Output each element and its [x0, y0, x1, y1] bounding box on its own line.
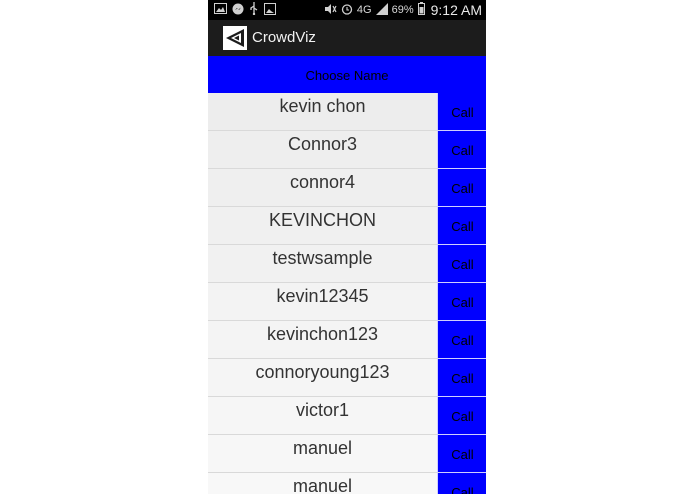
call-button[interactable]: Call: [437, 283, 486, 321]
contact-row[interactable]: manuel Call: [208, 435, 486, 473]
battery-percent: 69%: [391, 4, 414, 16]
contact-row[interactable]: connoryoung123 Call: [208, 359, 486, 397]
call-button[interactable]: Call: [437, 131, 486, 169]
messenger-icon: [232, 3, 244, 18]
contact-name: victor1: [295, 400, 349, 420]
contact-row[interactable]: connor4 Call: [208, 169, 486, 207]
call-button-label: Call: [451, 371, 474, 386]
app-bar: CrowdViz: [208, 20, 486, 56]
contact-name: kevin chon: [279, 96, 366, 116]
phone-screen: 4G 69% 9:12 AM CrowdViz Choose Name kevi…: [208, 0, 486, 494]
call-button[interactable]: Call: [437, 435, 486, 473]
contact-name: connor4: [289, 172, 356, 192]
signal-icon: [375, 2, 388, 18]
notification-icons: [214, 2, 276, 18]
call-button-label: Call: [451, 181, 474, 196]
contact-row[interactable]: KEVINCHON Call: [208, 207, 486, 245]
contact-row[interactable]: kevin chon Call: [208, 93, 486, 131]
contact-row[interactable]: kevin12345 Call: [208, 283, 486, 321]
list-header: Choose Name: [208, 56, 486, 93]
contact-name: KEVINCHON: [268, 210, 376, 230]
image-icon: [214, 3, 227, 17]
list-header-label: Choose Name: [305, 68, 389, 83]
contact-row[interactable]: testwsample Call: [208, 245, 486, 283]
call-button[interactable]: Call: [437, 93, 486, 131]
crowdviz-logo-icon: [223, 26, 247, 50]
contact-row[interactable]: Connor3 Call: [208, 131, 486, 169]
contact-name: manuel: [292, 476, 353, 494]
mute-icon: [324, 3, 337, 18]
call-button-label: Call: [451, 257, 474, 272]
system-icons: 4G 69% 9:12 AM: [324, 2, 482, 18]
contact-name: kevinchon123: [266, 324, 379, 344]
usb-icon: [249, 2, 259, 18]
network-type: 4G: [356, 4, 372, 16]
call-button[interactable]: Call: [437, 321, 486, 359]
call-button[interactable]: Call: [437, 397, 486, 435]
call-button-label: Call: [451, 295, 474, 310]
contact-row[interactable]: kevinchon123 Call: [208, 321, 486, 359]
contact-name: kevin12345: [276, 286, 369, 306]
call-button-label: Call: [451, 333, 474, 348]
status-time: 9:12 AM: [430, 2, 482, 18]
contact-name-cell[interactable]: connor4: [208, 169, 437, 207]
call-button-label: Call: [451, 105, 474, 120]
screenshot-icon: [264, 2, 276, 18]
call-button-label: Call: [451, 485, 474, 494]
contact-list: kevin chon Call Connor3 Call connor4 Call KEVI…: [208, 93, 486, 494]
call-button-label: Call: [451, 219, 474, 234]
contact-name-cell[interactable]: manuel: [208, 435, 437, 473]
contact-name-cell[interactable]: kevin12345: [208, 283, 437, 321]
contact-name: manuel: [292, 438, 353, 458]
call-button[interactable]: Call: [437, 473, 486, 494]
contact-name-cell[interactable]: kevinchon123: [208, 321, 437, 359]
contact-name-cell[interactable]: connoryoung123: [208, 359, 437, 397]
status-bar: 4G 69% 9:12 AM: [208, 0, 486, 20]
battery-icon: [417, 2, 425, 18]
call-button[interactable]: Call: [437, 245, 486, 283]
call-button-label: Call: [451, 143, 474, 158]
contact-name-cell[interactable]: Connor3: [208, 131, 437, 169]
contact-name-cell[interactable]: KEVINCHON: [208, 207, 437, 245]
call-button[interactable]: Call: [437, 207, 486, 245]
call-button-label: Call: [451, 447, 474, 462]
alarm-icon: [341, 3, 353, 18]
app-title: CrowdViz: [252, 29, 316, 46]
contact-name-cell[interactable]: victor1: [208, 397, 437, 435]
contact-name-cell[interactable]: testwsample: [208, 245, 437, 283]
call-button[interactable]: Call: [437, 169, 486, 207]
contact-name-cell[interactable]: kevin chon: [208, 93, 437, 131]
contact-name-cell[interactable]: manuel: [208, 473, 437, 494]
call-button[interactable]: Call: [437, 359, 486, 397]
contact-name: connoryoung123: [255, 362, 390, 382]
call-button-label: Call: [451, 409, 474, 424]
contact-row[interactable]: victor1 Call: [208, 397, 486, 435]
contact-row[interactable]: manuel Call: [208, 473, 486, 494]
contact-name: Connor3: [287, 134, 358, 154]
contact-name: testwsample: [272, 248, 373, 268]
